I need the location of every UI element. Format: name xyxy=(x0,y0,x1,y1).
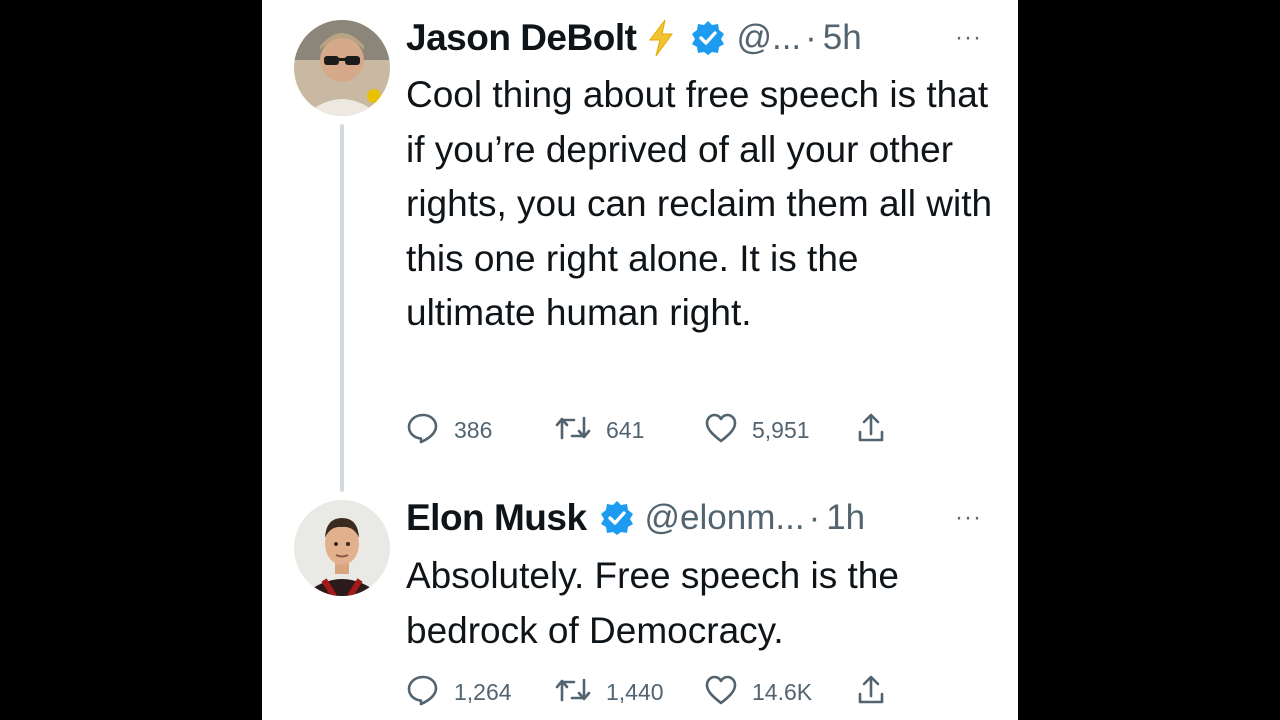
heart-icon xyxy=(704,412,738,449)
separator-dot: · xyxy=(805,18,817,57)
tweet-thread-panel: Jason DeBolt @... · 5h ··· Cool thing ab… xyxy=(262,0,1018,720)
display-name[interactable]: Jason DeBolt xyxy=(406,17,637,59)
tweet-header: Jason DeBolt @... · 5h xyxy=(406,13,862,63)
like-button[interactable]: 5,951 xyxy=(704,410,810,450)
timestamp[interactable]: 1h xyxy=(826,498,865,538)
verified-badge-icon xyxy=(599,500,635,536)
lightning-icon xyxy=(646,19,676,57)
tweet-text: Cool thing about free speech is that if … xyxy=(406,74,993,333)
retweet-icon xyxy=(554,674,592,711)
retweet-count: 641 xyxy=(606,416,645,443)
reply-count: 1,264 xyxy=(454,678,512,705)
reply-count: 386 xyxy=(454,416,493,443)
tweet-text: Absolutely. Free speech is the bedrock o… xyxy=(406,555,899,651)
reply-button[interactable]: 386 xyxy=(406,410,492,450)
retweet-button[interactable]: 641 xyxy=(554,410,644,450)
user-handle[interactable]: @... xyxy=(736,18,801,58)
more-options-icon[interactable]: ··· xyxy=(955,24,982,52)
display-name[interactable]: Elon Musk xyxy=(406,497,587,539)
timestamp[interactable]: 5h xyxy=(823,18,862,58)
share-button[interactable] xyxy=(856,672,886,712)
reply-icon xyxy=(406,411,440,450)
avatar-jason-debolt[interactable] xyxy=(294,20,390,116)
share-icon xyxy=(856,674,886,711)
reply-button[interactable]: 1,264 xyxy=(406,672,512,712)
retweet-button[interactable]: 1,440 xyxy=(554,672,664,712)
share-icon xyxy=(856,412,886,449)
verified-badge-icon xyxy=(690,20,726,56)
avatar-elon-musk[interactable] xyxy=(294,500,390,596)
retweet-count: 1,440 xyxy=(606,678,664,705)
share-button[interactable] xyxy=(856,410,886,450)
reply-icon xyxy=(406,673,440,712)
like-count: 5,951 xyxy=(752,416,810,443)
tweet-header: Elon Musk @elonm... · 1h xyxy=(406,493,865,543)
tweet-actions: 1,264 1,440 14.6K xyxy=(406,672,1006,712)
like-button[interactable]: 14.6K xyxy=(704,672,812,712)
thread-connector-line xyxy=(340,124,344,492)
user-handle[interactable]: @elonm... xyxy=(645,498,805,538)
retweet-icon xyxy=(554,412,592,449)
more-options-icon[interactable]: ··· xyxy=(955,504,982,532)
heart-icon xyxy=(704,674,738,711)
separator-dot: · xyxy=(808,498,821,537)
like-count: 14.6K xyxy=(752,678,813,705)
tweet-actions: 386 641 5,951 xyxy=(406,410,1006,450)
